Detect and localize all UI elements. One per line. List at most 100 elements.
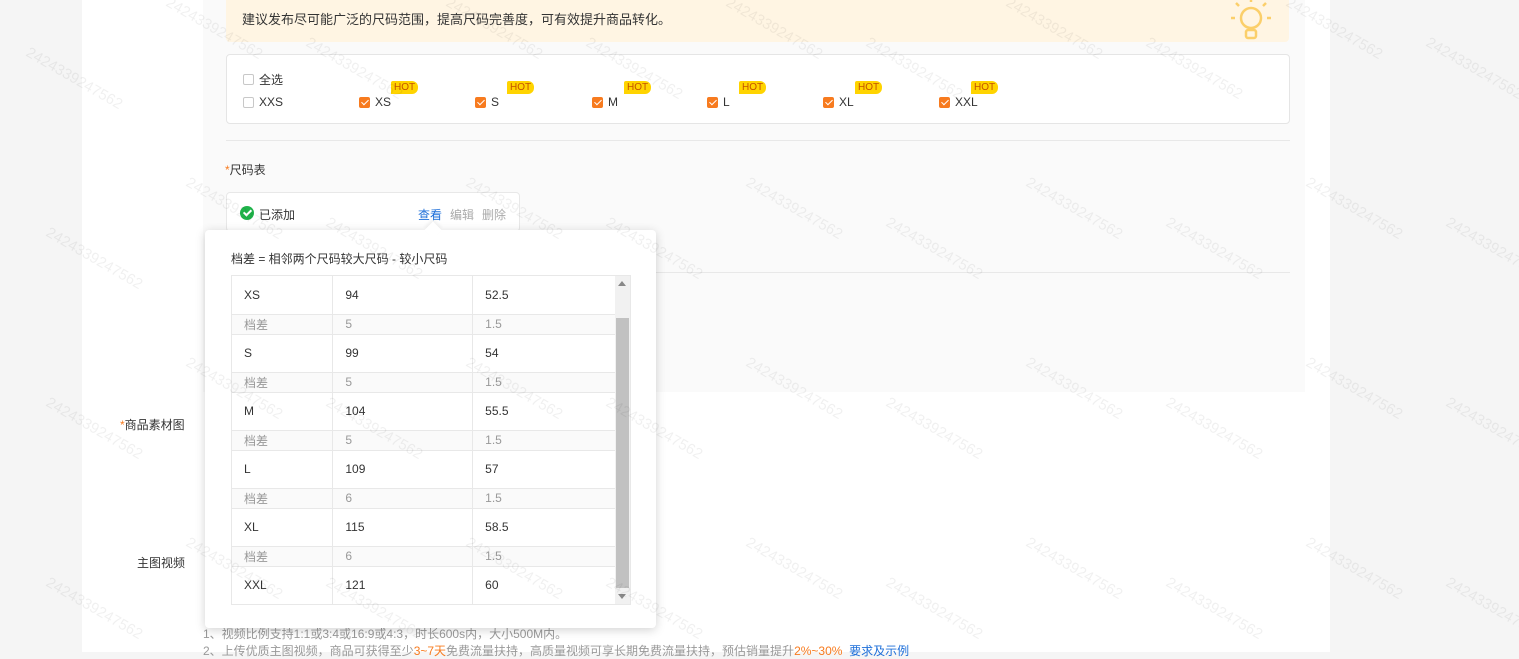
delete-button[interactable]: 删除 [482,206,506,223]
size-label: S [491,95,500,109]
size-checkbox[interactable]: XS [359,95,391,109]
select-all-checkbox[interactable]: 全选 [243,71,283,88]
table-cell: 57 [472,450,616,489]
checkbox-box [243,96,254,108]
size-checkbox[interactable]: L [707,95,730,109]
tip-bar: 建议发布尽可能广泛的尺码范围，提高尺码完善度，可有效提升商品转化。 [226,0,1289,42]
diff-row: 档差 5 1.5 [232,430,616,451]
lightbulb-icon [1231,0,1271,40]
table-cell: 60 [472,566,616,604]
table-cell: 54 [472,334,616,373]
size-label: XXS [259,95,284,109]
size-selector: 全选 XXS XS HOT S HOT M HOT L HOT XL HOT XXL HOT [226,54,1290,124]
table-row: XXL 121 60 [232,566,616,604]
size-checkbox[interactable]: XXL [939,95,978,109]
diff-label: 档差 [232,488,334,509]
note-highlight: 2%~30% [794,644,843,658]
checkbox-box [939,96,950,108]
table-cell: 99 [332,334,474,373]
table-row: XS 94 52.5 [232,276,616,315]
requirements-link[interactable]: 要求及示例 [849,644,909,658]
watermark-text: 2424339247562 [1443,394,1519,463]
video-label: 主图视频 [137,556,186,570]
table-row: L 109 57 [232,450,616,489]
table-cell: 94 [332,276,474,315]
size-table-scroll[interactable]: XS 94 52.5 档差 5 1.5 S 99 54 档差 5 1.5 M 104 55.5 档差 5 1.5 L… [231,275,631,605]
checkbox-box [707,96,718,108]
scrollbar[interactable] [615,276,630,604]
table-cell: 52.5 [472,276,616,315]
diff-cell: 1.5 [472,430,616,451]
table-cell: XXL [232,566,334,604]
size-label: L [723,95,730,109]
size-checkbox[interactable]: S [475,95,499,109]
diff-cell: 1.5 [472,488,616,509]
scroll-up-arrow-icon[interactable] [618,281,626,286]
watermark-text: 2424339247562 [1423,34,1519,103]
diff-cell: 1.5 [472,314,616,335]
checkbox-box [243,74,254,85]
hot-badge: HOT [971,81,999,94]
table-row: XL 115 58.5 [232,508,616,547]
diff-label: 档差 [232,430,334,451]
watermark-text: 2424339247562 [1443,574,1519,643]
note-highlight: 3~7天 [413,644,447,658]
size-label: M [608,95,618,109]
hot-badge: HOT [739,81,767,94]
hot-badge: HOT [507,81,535,94]
table-cell: M [232,392,334,431]
scroll-down-arrow-icon[interactable] [618,594,626,599]
table-cell: S [232,334,334,373]
material-label-text: 商品素材图 [124,418,185,432]
table-cell: 109 [332,450,474,489]
size-label: XL [839,95,854,109]
table-cell: XL [232,508,334,547]
table-cell: 104 [332,392,474,431]
checkbox-box [359,96,370,108]
size-chart-card: 已添加 查看 编辑 删除 [226,192,520,232]
size-checkbox[interactable]: XL [823,95,854,109]
diff-label: 档差 [232,314,334,335]
watermark-text: 2424339247562 [1443,214,1519,283]
size-checkbox[interactable]: XXS [243,95,283,109]
divider [226,140,1290,141]
diff-label: 档差 [232,546,334,567]
edit-button[interactable]: 编辑 [450,206,474,223]
note-text: 2、上传优质主图视频，商品可获得至少 [203,644,414,658]
select-all-label: 全选 [259,73,284,87]
table-cell: 58.5 [472,508,616,547]
diff-cell: 6 [332,546,474,567]
table-row: M 104 55.5 [232,392,616,431]
diff-cell: 5 [332,314,474,335]
diff-cell: 1.5 [472,546,616,567]
check-circle-icon [240,206,254,220]
size-chart-label: *尺码表 [225,161,266,178]
diff-cell: 1.5 [472,372,616,393]
size-table: XS 94 52.5 档差 5 1.5 S 99 54 档差 5 1.5 M 104 55.5 档差 5 1.5 L… [232,276,616,604]
table-cell: L [232,450,334,489]
diff-cell: 5 [332,430,474,451]
hot-badge: HOT [391,81,419,94]
popover-title: 档差 = 相邻两个尺码较大尺码 - 较小尺码 [231,252,448,266]
view-button[interactable]: 查看 [418,206,442,223]
size-chart-status: 已添加 [259,208,296,222]
checkbox-box [475,96,486,108]
diff-label: 档差 [232,372,334,393]
size-checkbox[interactable]: M [592,95,618,109]
table-cell: 115 [332,508,474,547]
hot-badge: HOT [624,81,652,94]
hot-badge: HOT [855,81,883,94]
table-cell: XS [232,276,334,315]
diff-row: 档差 6 1.5 [232,546,616,567]
table-cell: 121 [332,566,474,604]
material-label: *商品素材图 [120,416,185,433]
note-text: 免费流量扶持，高质量视频可享长期免费流量扶持，预估销量提升 [446,644,795,658]
size-label: XS [375,95,392,109]
size-label: XXL [955,95,978,109]
size-chart-label-text: 尺码表 [229,163,266,177]
diff-cell: 6 [332,488,474,509]
table-cell: 55.5 [472,392,616,431]
checkbox-box [823,96,834,108]
scroll-thumb[interactable] [616,318,629,588]
checkbox-box [592,96,603,108]
